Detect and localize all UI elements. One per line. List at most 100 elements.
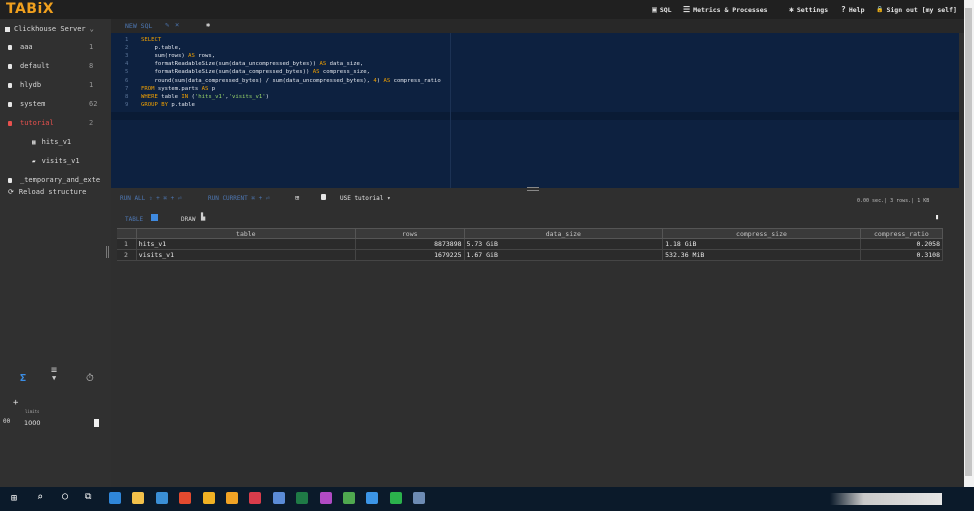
app6-icon[interactable]	[226, 492, 238, 504]
app14-icon[interactable]	[413, 492, 426, 504]
cell-data-size[interactable]: 5.73 GiB	[465, 239, 664, 249]
app4-icon[interactable]	[179, 492, 192, 504]
reload-structure-button[interactable]: ⟳ Reload structure	[0, 186, 111, 198]
app8-icon[interactable]	[272, 492, 285, 504]
chrome-icon[interactable]	[202, 492, 215, 504]
pin-icon[interactable]: ▮	[935, 213, 939, 221]
tab-new-sql[interactable]: NEW SQL	[125, 22, 152, 30]
line-number: 1	[125, 37, 129, 43]
splitter-handle[interactable]	[527, 187, 539, 191]
nav-sign-out[interactable]: 🔒 Sign out [my self]	[876, 4, 957, 15]
history-icon[interactable]: ⏱	[86, 373, 94, 384]
code-line[interactable]: 3 sum(rows) AS rows,	[125, 52, 215, 60]
table-icon[interactable]	[151, 214, 158, 221]
sidebar-db-system[interactable]: system 62	[0, 98, 111, 110]
sidebar-tools: Σ ≡ ▼ ⏱	[0, 365, 111, 389]
code-line[interactable]: 4 formatReadableSize(sum(data_uncompress…	[125, 60, 363, 68]
search-icon[interactable]: ⌕	[37, 492, 43, 503]
sql-text: data_size,	[326, 61, 364, 68]
task-view-icon[interactable]: ⧉	[85, 492, 91, 502]
sidebar-db-default[interactable]: default 8	[0, 60, 111, 72]
sidebar-table-hits-v1[interactable]: ▦ hits_v1	[0, 136, 111, 148]
scrollbar-thumb[interactable]	[965, 8, 972, 476]
app3-icon[interactable]	[155, 492, 168, 504]
column-header-data-size[interactable]: data_size	[465, 229, 664, 239]
gear-icon: ✱	[789, 5, 794, 14]
grid-resize-handle[interactable]	[106, 246, 109, 258]
cell-compress-ratio[interactable]: 0.2058	[861, 239, 943, 249]
column-header-compress-ratio[interactable]: compress_ratio	[861, 229, 943, 239]
db-name: _temporary_and_exte	[20, 176, 101, 184]
run-all-button[interactable]: RUN ALL ⇧ + ⌘ + ⏎	[120, 195, 181, 202]
rename-tab-icon[interactable]: ✎	[165, 21, 169, 29]
sidebar-db-hlydb[interactable]: hlydb 1	[0, 79, 111, 91]
line-number: 7	[125, 85, 129, 92]
server-icon	[5, 26, 10, 32]
use-database-select[interactable]: USE tutorial ▾	[340, 195, 391, 202]
code-line[interactable]: 8 WHERE table IN ('hits_v1','visits_v1')	[125, 93, 269, 101]
sql-editor[interactable]	[111, 33, 959, 188]
table-row[interactable]: 1 hits_v1 8873898 5.73 GiB 1.18 GiB 0.20…	[117, 239, 943, 250]
limits-input[interactable]: 1000	[24, 418, 100, 429]
server-selector[interactable]: Clickhouse Server ⌄	[0, 23, 111, 35]
code-line[interactable]: 1 SELECT	[125, 36, 161, 44]
cell-table[interactable]: visits_v1	[137, 250, 356, 260]
nav-settings[interactable]: ✱ Settings	[789, 4, 828, 15]
sql-text: compress_ratio	[390, 77, 441, 84]
app-logo[interactable]: TABiX	[6, 1, 54, 17]
app7-icon[interactable]	[249, 492, 262, 504]
code-line[interactable]: 6 round(sum(data_compressed_bytes) / sum…	[125, 77, 441, 85]
app11-icon[interactable]	[343, 492, 355, 504]
wechat-icon[interactable]	[389, 492, 402, 504]
code-line[interactable]: 9 GROUP BY p.table	[125, 101, 195, 109]
sidebar-table-visits-v1[interactable]: ▰ visits_v1	[0, 155, 111, 167]
cell-compress-size[interactable]: 1.18 GiB	[663, 239, 861, 249]
cell-rows[interactable]: 8873898	[356, 239, 465, 249]
tab-draw[interactable]: DRAW	[181, 216, 195, 223]
nav-metrics[interactable]: ☰ Metrics & Processes	[683, 4, 768, 15]
code-line[interactable]: 5 formatReadableSize(sum(data_compressed…	[125, 68, 370, 76]
cell-rows[interactable]: 1679225	[356, 250, 465, 260]
column-header-table[interactable]: table	[137, 229, 356, 239]
excel-icon[interactable]	[296, 492, 309, 504]
sidebar-db-tutorial[interactable]: tutorial 2	[0, 117, 111, 129]
windows-start-icon[interactable]: ⊞	[11, 493, 17, 504]
nav-help[interactable]: ? Help	[841, 4, 864, 15]
sidebar-db-aaa[interactable]: aaa 1	[0, 41, 111, 53]
app12-icon[interactable]	[366, 492, 379, 504]
cell-table[interactable]: hits_v1	[137, 239, 356, 249]
active-line-highlight	[111, 112, 959, 120]
editor-settings-icon[interactable]: ✱	[206, 21, 210, 29]
column-header-compress-size[interactable]: compress_size	[663, 229, 861, 239]
tab-table[interactable]: TABLE	[125, 216, 143, 223]
cortana-icon[interactable]: ○	[62, 491, 68, 502]
nav-sql[interactable]: ▣ SQL	[652, 4, 672, 15]
database-icon	[321, 194, 326, 200]
sidebar-db-temporary[interactable]: _temporary_and_exte	[0, 174, 111, 186]
close-tab-icon[interactable]: ×	[175, 21, 179, 29]
arrow-down-icon[interactable]: ▼	[52, 374, 56, 382]
code-line[interactable]: 2 p.table,	[125, 44, 181, 52]
sql-keyword: SELECT	[141, 37, 162, 43]
code-line[interactable]: 7 FROM system.parts AS p	[125, 85, 215, 93]
chart-icon[interactable]: ▙	[201, 213, 205, 221]
db-name: system	[20, 100, 46, 108]
metrics-icon: ☰	[683, 5, 691, 14]
table-row[interactable]: 2 visits_v1 1679225 1.67 GiB 532.36 MiB …	[117, 250, 943, 261]
sigma-icon[interactable]: Σ	[20, 373, 26, 384]
column-header-rows[interactable]: rows	[356, 229, 465, 239]
db-name: hlydb	[20, 81, 42, 89]
run-current-button[interactable]: RUN CURRENT ⌘ + ⏎	[208, 195, 269, 202]
limits-toggle[interactable]	[94, 419, 99, 427]
explorer-icon[interactable]	[132, 492, 145, 504]
add-limit-button[interactable]: +	[13, 398, 18, 408]
cell-compress-size[interactable]: 532.36 MiB	[663, 250, 861, 260]
line-number: 3	[125, 53, 129, 60]
cell-compress-ratio[interactable]: 0.3108	[861, 250, 943, 260]
app10-icon[interactable]	[319, 492, 332, 504]
db-count: 1	[89, 81, 94, 89]
cell-data-size[interactable]: 1.67 GiB	[465, 250, 664, 260]
stop-icon[interactable]: ⊞	[295, 194, 299, 202]
database-icon	[8, 177, 12, 183]
edge-icon[interactable]	[109, 492, 121, 504]
